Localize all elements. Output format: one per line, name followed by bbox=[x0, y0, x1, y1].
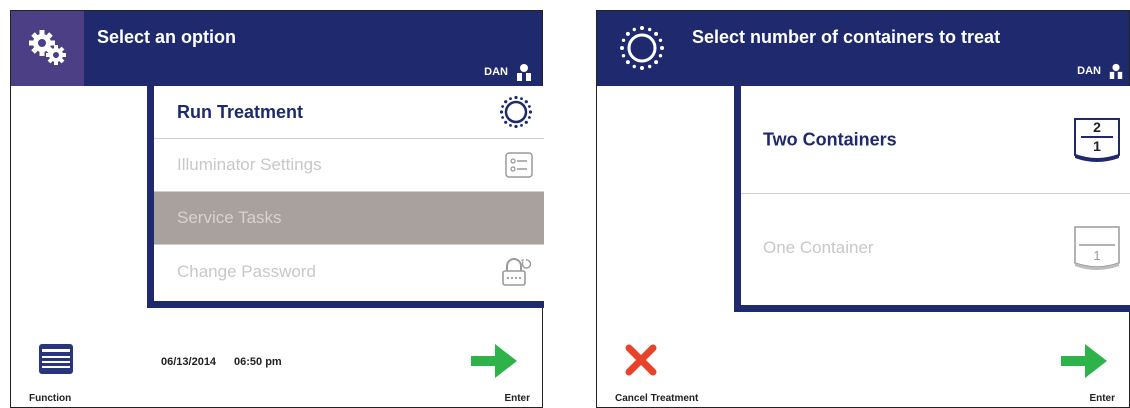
options-screen: Select an option DAN Run Treatment Illum… bbox=[10, 10, 544, 408]
option-label: Two Containers bbox=[763, 129, 897, 149]
menu-item-change-password[interactable]: Change Password bbox=[154, 245, 544, 298]
lock-refresh-icon bbox=[502, 257, 532, 286]
header-bar: Select an option DAN bbox=[11, 11, 542, 86]
menu-item-illuminator-settings[interactable]: Illuminator Settings bbox=[154, 139, 544, 192]
menu-item-label: Change Password bbox=[177, 261, 316, 281]
enter-button-label[interactable]: Enter bbox=[504, 393, 530, 404]
function-button-label[interactable]: Function bbox=[29, 393, 71, 404]
function-icon[interactable] bbox=[39, 344, 73, 374]
user-icon bbox=[1109, 63, 1123, 79]
menu-item-label: Run Treatment bbox=[177, 101, 304, 122]
menu-item-label: Service Tasks bbox=[177, 208, 282, 227]
container-options: Two Containers 2 1 One Container 1 bbox=[734, 86, 1130, 312]
two-containers-icon: 2 1 bbox=[1073, 117, 1121, 163]
user-name: DAN bbox=[484, 66, 508, 78]
current-date: 06/13/2014 bbox=[161, 356, 217, 368]
page-title: Select an option bbox=[97, 27, 237, 47]
menu-item-run-treatment[interactable]: Run Treatment bbox=[154, 86, 544, 139]
option-label: One Container bbox=[763, 238, 874, 257]
option-one-container[interactable]: One Container 1 bbox=[741, 194, 1130, 302]
user-icon bbox=[517, 64, 531, 81]
menu-item-service-tasks[interactable]: Service Tasks bbox=[154, 192, 544, 245]
cancel-x-icon[interactable] bbox=[625, 344, 657, 376]
user-indicator: DAN bbox=[1077, 63, 1125, 79]
enter-arrow-icon[interactable] bbox=[469, 341, 519, 381]
enter-button-label[interactable]: Enter bbox=[1089, 393, 1115, 404]
gears-icon bbox=[29, 30, 66, 65]
page-title: Select number of containers to treat bbox=[692, 27, 1001, 47]
icon-bottom-number: 1 bbox=[1093, 248, 1101, 263]
option-two-containers[interactable]: Two Containers 2 1 bbox=[741, 86, 1130, 194]
gears-logo bbox=[11, 11, 84, 86]
menu-item-label: Illuminator Settings bbox=[177, 155, 322, 174]
enter-arrow-icon[interactable] bbox=[1059, 341, 1109, 381]
user-name: DAN bbox=[1077, 65, 1101, 77]
one-container-icon: 1 bbox=[1073, 225, 1121, 271]
icon-bottom-number: 1 bbox=[1093, 137, 1101, 154]
settings-list-icon bbox=[505, 152, 533, 178]
header-bar: Select number of containers to treat DAN bbox=[597, 11, 1129, 86]
cancel-treatment-label[interactable]: Cancel Treatment bbox=[615, 393, 698, 404]
user-indicator: DAN bbox=[484, 63, 534, 81]
containers-screen: Select number of containers to treat DAN… bbox=[596, 10, 1130, 408]
icon-top-number: 2 bbox=[1093, 118, 1101, 135]
sun-dots-icon bbox=[499, 95, 533, 129]
current-time: 06:50 pm bbox=[234, 356, 282, 368]
option-menu: Run Treatment Illuminator Settings Servi… bbox=[147, 86, 544, 308]
sun-dots-icon bbox=[620, 26, 664, 70]
